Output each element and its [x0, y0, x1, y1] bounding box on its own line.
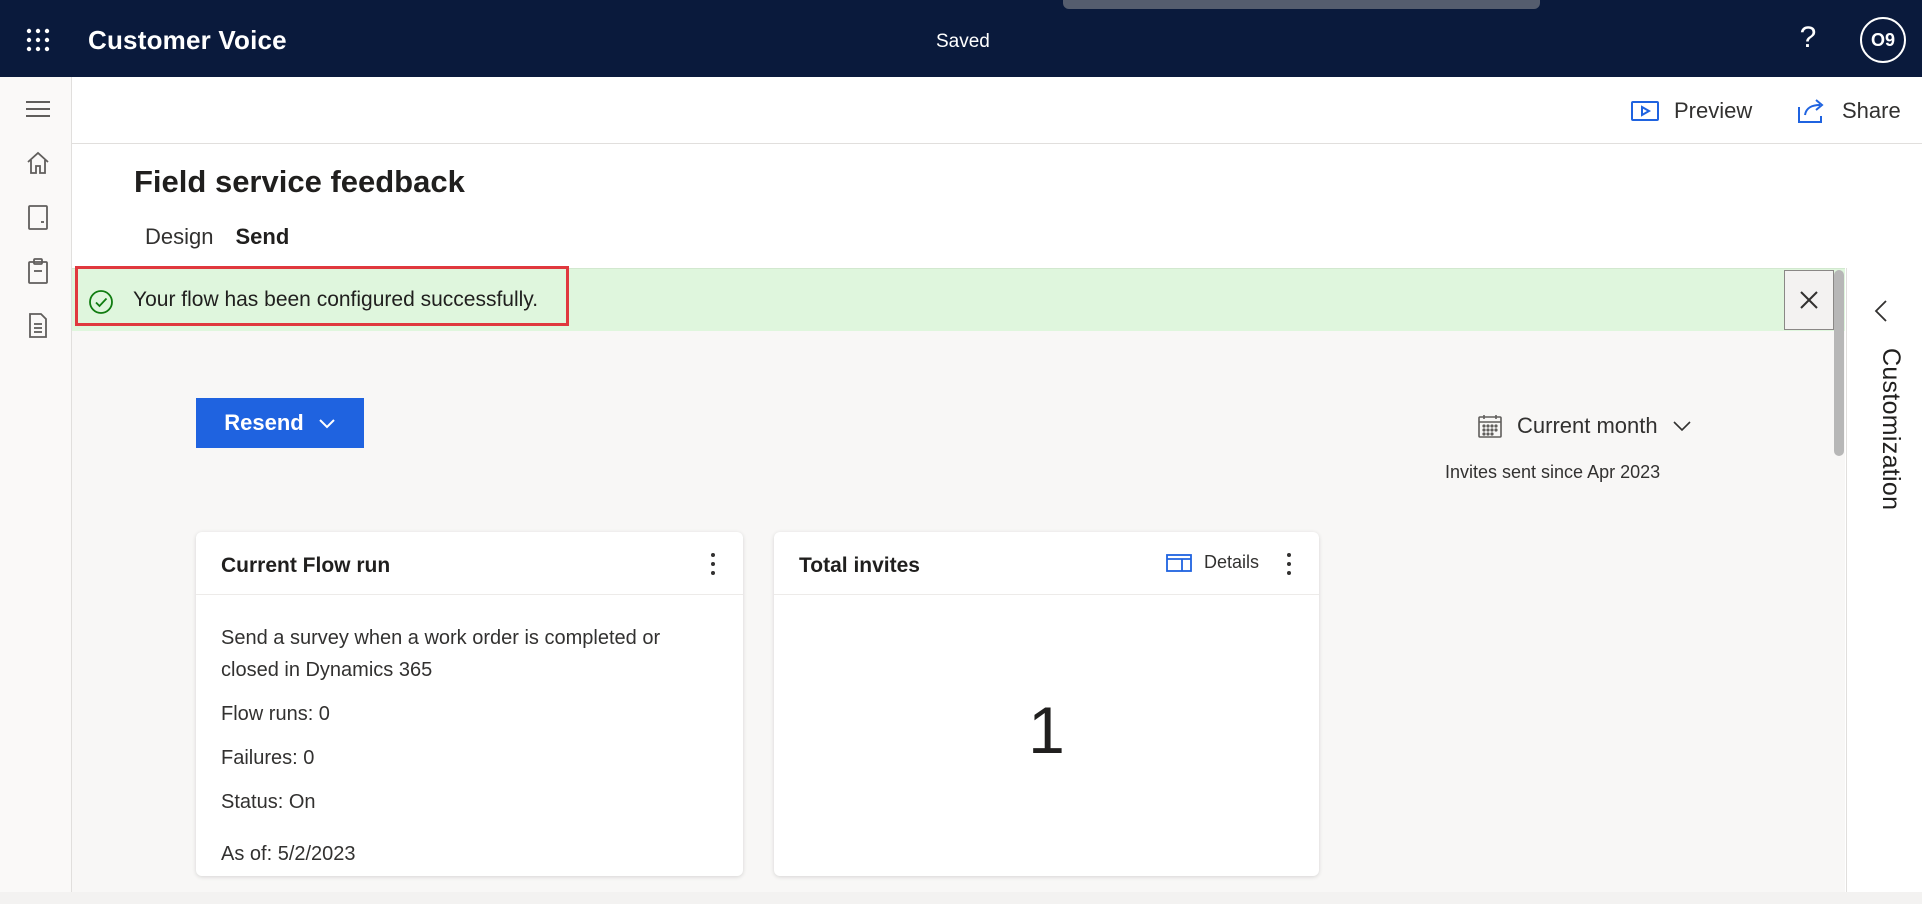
card-title: Total invites [799, 554, 920, 577]
tab-send[interactable]: Send [235, 224, 289, 250]
calendar-icon [1477, 413, 1503, 439]
document-icon[interactable] [24, 311, 52, 339]
share-icon [1796, 97, 1828, 125]
details-button[interactable]: Details [1166, 552, 1259, 573]
user-avatar[interactable]: O9 [1860, 17, 1906, 63]
flow-runs-count: Flow runs: 0 [221, 703, 330, 725]
clipboard-icon[interactable] [24, 257, 52, 285]
home-icon[interactable] [24, 149, 52, 177]
resend-button[interactable]: Resend [196, 398, 364, 448]
card-header: Current Flow run [196, 532, 743, 595]
banner-close-button[interactable] [1784, 270, 1834, 330]
resend-label: Resend [224, 410, 304, 435]
flow-failures-count: Failures: 0 [221, 747, 315, 769]
survey-icon[interactable] [24, 203, 52, 231]
date-range-label: Current month [1517, 413, 1658, 438]
total-invites-card: Total invites Details 1 [774, 532, 1319, 876]
chevron-down-icon [1672, 420, 1692, 432]
success-banner: Your flow has been configured successful… [72, 266, 1845, 331]
share-button[interactable]: Share [1796, 93, 1901, 129]
close-icon [1800, 291, 1818, 309]
bottom-edge [0, 892, 1922, 904]
customization-panel-label[interactable]: Customization [1865, 348, 1905, 510]
share-label: Share [1842, 98, 1901, 123]
flow-as-of: As of: 5/2/2023 [221, 843, 356, 865]
app-header: Customer Voice Saved ? O9 [0, 0, 1922, 77]
more-options-icon[interactable] [703, 550, 723, 578]
highlight-box [75, 266, 569, 326]
preview-button[interactable]: Preview [1630, 93, 1752, 129]
chevron-down-icon [318, 417, 336, 429]
flow-status: Status: On [221, 791, 316, 813]
card-title: Current Flow run [221, 554, 391, 577]
details-panel-icon [1166, 553, 1192, 573]
preview-label: Preview [1674, 98, 1753, 123]
send-content-area: Your flow has been configured successful… [72, 266, 1845, 892]
window-drag-handle[interactable] [1063, 0, 1540, 9]
command-bar: Preview Share [72, 77, 1922, 144]
help-icon[interactable]: ? [1794, 21, 1822, 55]
preview-icon [1630, 99, 1660, 123]
total-invites-value: 1 [1028, 693, 1065, 767]
details-label: Details [1204, 552, 1260, 572]
vertical-scrollbar[interactable] [1834, 270, 1844, 456]
more-options-icon[interactable] [1279, 550, 1299, 578]
current-flow-card: Current Flow run Send a survey when a wo… [196, 532, 743, 876]
hamburger-menu-icon[interactable] [24, 95, 52, 123]
date-range-caption: Invites sent since Apr 2023 [1445, 462, 1661, 482]
card-header: Total invites Details [774, 532, 1319, 595]
flow-description: Send a survey when a work order is compl… [221, 627, 661, 681]
tab-design[interactable]: Design [145, 224, 213, 250]
app-launcher-icon[interactable] [26, 28, 50, 52]
page-title: Field service feedback [134, 164, 465, 199]
date-range-dropdown[interactable]: Current month [1477, 413, 1692, 439]
save-status: Saved [936, 31, 990, 52]
app-title[interactable]: Customer Voice [88, 25, 287, 56]
tab-bar: Design Send [145, 224, 289, 250]
chevron-left-icon[interactable] [1871, 298, 1891, 324]
left-navigation-rail [0, 77, 72, 904]
customization-panel: Customization [1846, 268, 1922, 892]
